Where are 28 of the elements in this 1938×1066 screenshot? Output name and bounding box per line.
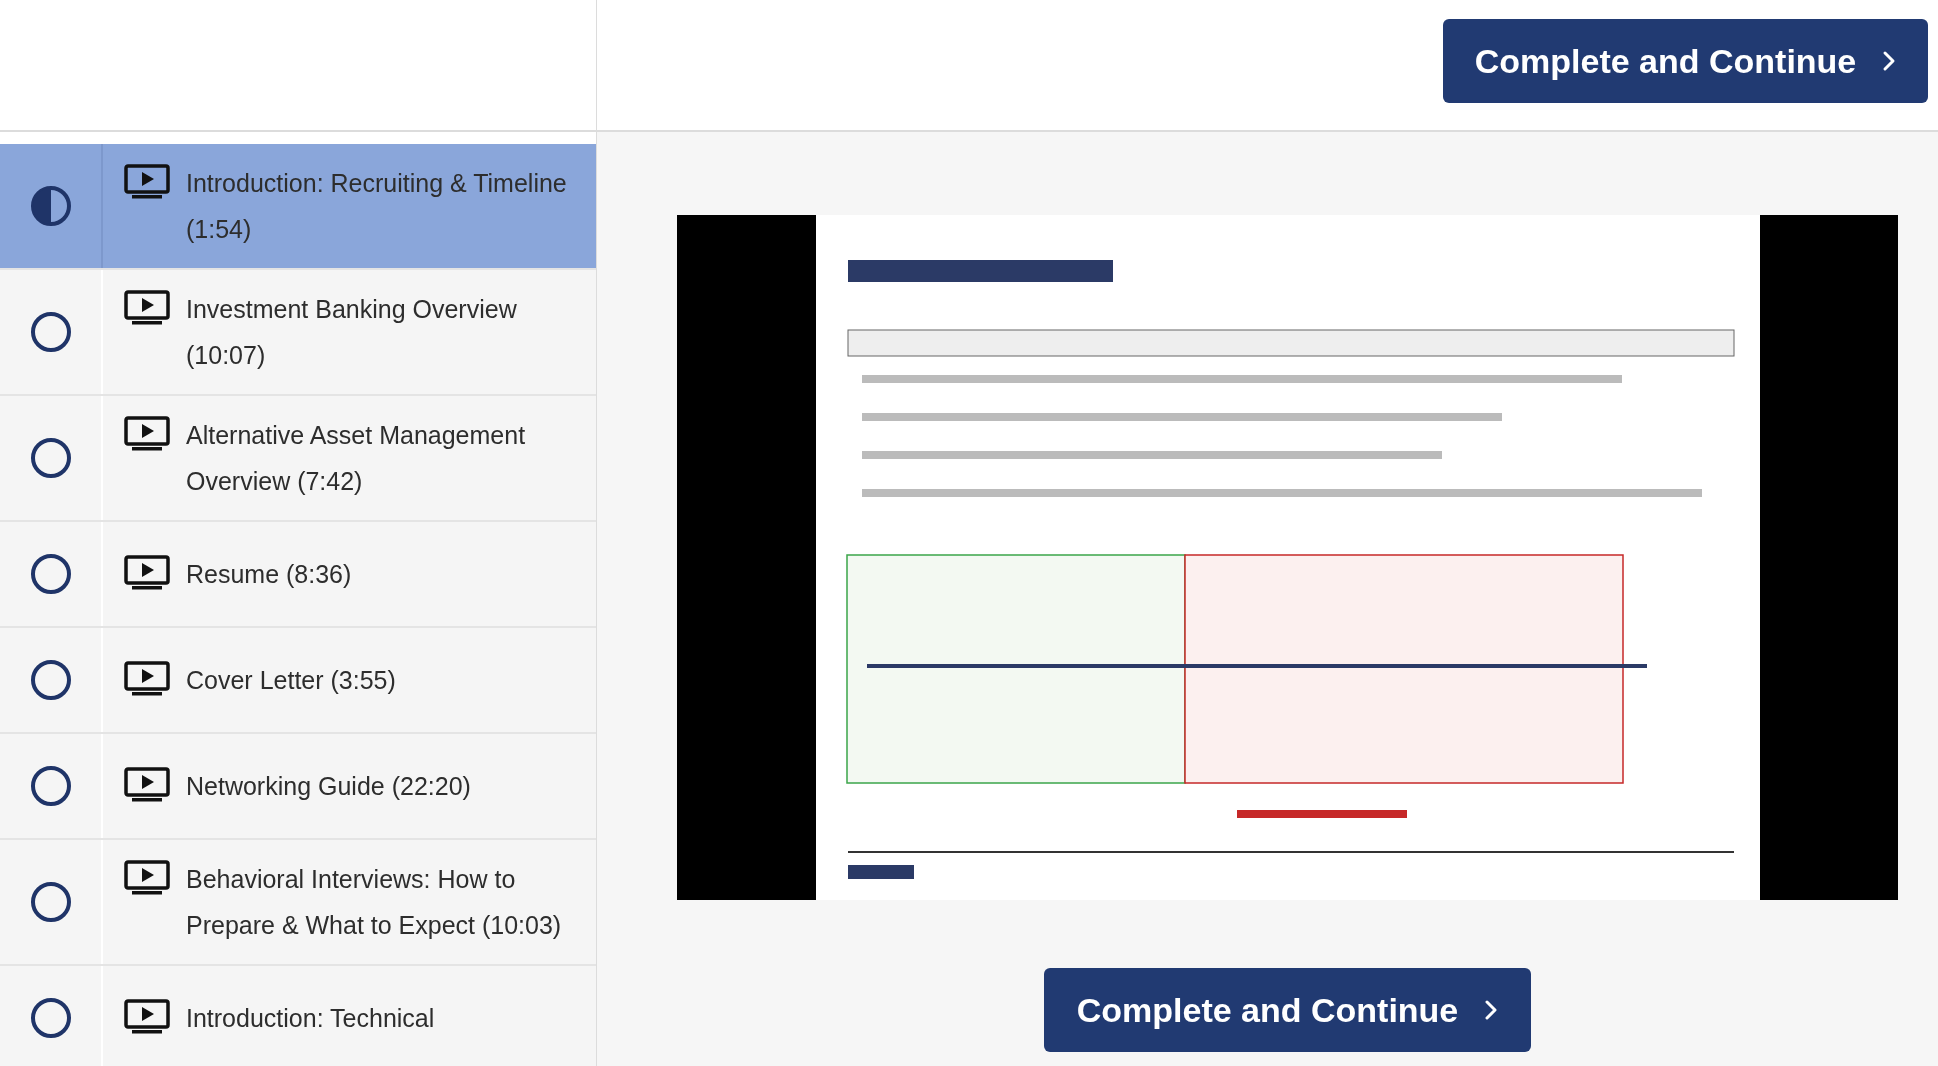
lesson-item[interactable]: Alternative Asset Management Overview (7:42) [0, 396, 596, 522]
video-lesson-icon [124, 290, 170, 326]
lesson-title: Behavioral Interviews: How to Prepare & What to Expect (10:03) [186, 864, 563, 941]
complete-and-continue-button[interactable]: Complete and Continue [1443, 19, 1928, 103]
lesson-title: Cover Letter (3:55) [186, 665, 396, 696]
video-lesson-icon [124, 999, 170, 1035]
lesson-item[interactable]: Behavioral Interviews: How to Prepare & What to Expect (10:03) [0, 840, 596, 966]
lesson-title: Resume (8:36) [186, 559, 352, 590]
video-lesson-icon [124, 164, 170, 200]
video-lesson-icon [124, 661, 170, 697]
lesson-title: Introduction: Technical [186, 1003, 435, 1034]
video-lesson-icon [124, 860, 170, 896]
lesson-item[interactable]: Cover Letter (3:55) [0, 628, 596, 734]
lesson-item[interactable]: Introduction: Technical [0, 966, 596, 1066]
lesson-title: Introduction: Recruiting & Timeline (1:54) [186, 168, 568, 245]
lesson-item[interactable]: Investment Banking Overview (10:07) [0, 270, 596, 396]
chevron-right-icon [1882, 50, 1897, 72]
video-lesson-icon [124, 416, 170, 452]
lesson-item[interactable]: Networking Guide (22:20) [0, 734, 596, 840]
chevron-right-icon [1484, 999, 1499, 1021]
video-lesson-icon [124, 555, 170, 591]
lesson-item[interactable]: Introduction: Recruiting & Timeline (1:54) [0, 144, 596, 270]
lesson-title: Investment Banking Overview (10:07) [186, 294, 518, 371]
lesson-title: Networking Guide (22:20) [186, 771, 471, 802]
lesson-title: Alternative Asset Management Overview (7:42) [186, 420, 527, 497]
lesson-item[interactable]: Resume (8:36) [0, 522, 596, 628]
complete-and-continue-button[interactable]: Complete and Continue [1044, 968, 1531, 1052]
video-lesson-icon [124, 767, 170, 803]
